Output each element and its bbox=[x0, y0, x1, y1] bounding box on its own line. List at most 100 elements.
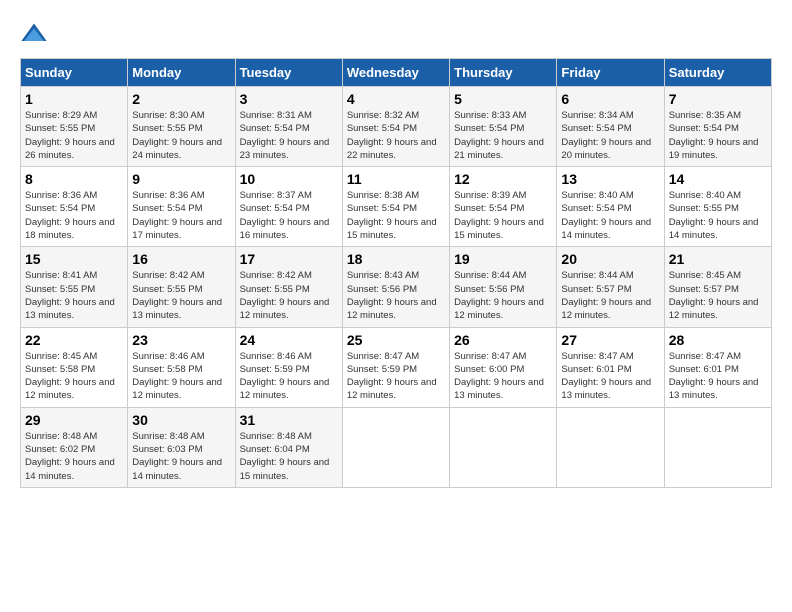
day-number: 6 bbox=[561, 91, 659, 107]
day-number: 1 bbox=[25, 91, 123, 107]
day-header-saturday: Saturday bbox=[664, 59, 771, 87]
day-info: Sunrise: 8:44 AMSunset: 5:56 PMDaylight:… bbox=[454, 270, 544, 321]
day-info: Sunrise: 8:32 AMSunset: 5:54 PMDaylight:… bbox=[347, 110, 437, 161]
logo-icon bbox=[20, 20, 48, 48]
day-number: 12 bbox=[454, 171, 552, 187]
day-header-wednesday: Wednesday bbox=[342, 59, 449, 87]
day-number: 26 bbox=[454, 332, 552, 348]
day-number: 15 bbox=[25, 251, 123, 267]
empty-cell bbox=[342, 407, 449, 487]
day-number: 28 bbox=[669, 332, 767, 348]
day-number: 14 bbox=[669, 171, 767, 187]
day-cell-10: 10 Sunrise: 8:37 AMSunset: 5:54 PMDaylig… bbox=[235, 167, 342, 247]
day-number: 23 bbox=[132, 332, 230, 348]
day-number: 5 bbox=[454, 91, 552, 107]
day-number: 4 bbox=[347, 91, 445, 107]
day-cell-2: 2 Sunrise: 8:30 AMSunset: 5:55 PMDayligh… bbox=[128, 87, 235, 167]
day-info: Sunrise: 8:37 AMSunset: 5:54 PMDaylight:… bbox=[240, 190, 330, 241]
day-info: Sunrise: 8:47 AMSunset: 6:00 PMDaylight:… bbox=[454, 351, 544, 402]
day-cell-16: 16 Sunrise: 8:42 AMSunset: 5:55 PMDaylig… bbox=[128, 247, 235, 327]
day-info: Sunrise: 8:40 AMSunset: 5:55 PMDaylight:… bbox=[669, 190, 759, 241]
day-header-thursday: Thursday bbox=[450, 59, 557, 87]
day-number: 31 bbox=[240, 412, 338, 428]
day-info: Sunrise: 8:46 AMSunset: 5:59 PMDaylight:… bbox=[240, 351, 330, 402]
day-cell-26: 26 Sunrise: 8:47 AMSunset: 6:00 PMDaylig… bbox=[450, 327, 557, 407]
day-cell-7: 7 Sunrise: 8:35 AMSunset: 5:54 PMDayligh… bbox=[664, 87, 771, 167]
day-info: Sunrise: 8:33 AMSunset: 5:54 PMDaylight:… bbox=[454, 110, 544, 161]
day-cell-4: 4 Sunrise: 8:32 AMSunset: 5:54 PMDayligh… bbox=[342, 87, 449, 167]
day-number: 2 bbox=[132, 91, 230, 107]
day-number: 11 bbox=[347, 171, 445, 187]
day-info: Sunrise: 8:45 AMSunset: 5:58 PMDaylight:… bbox=[25, 351, 115, 402]
week-row-1: 1 Sunrise: 8:29 AMSunset: 5:55 PMDayligh… bbox=[21, 87, 772, 167]
day-info: Sunrise: 8:35 AMSunset: 5:54 PMDaylight:… bbox=[669, 110, 759, 161]
week-row-4: 22 Sunrise: 8:45 AMSunset: 5:58 PMDaylig… bbox=[21, 327, 772, 407]
day-number: 21 bbox=[669, 251, 767, 267]
day-info: Sunrise: 8:31 AMSunset: 5:54 PMDaylight:… bbox=[240, 110, 330, 161]
day-number: 22 bbox=[25, 332, 123, 348]
day-number: 16 bbox=[132, 251, 230, 267]
day-cell-28: 28 Sunrise: 8:47 AMSunset: 6:01 PMDaylig… bbox=[664, 327, 771, 407]
day-number: 10 bbox=[240, 171, 338, 187]
day-cell-19: 19 Sunrise: 8:44 AMSunset: 5:56 PMDaylig… bbox=[450, 247, 557, 327]
day-info: Sunrise: 8:47 AMSunset: 6:01 PMDaylight:… bbox=[561, 351, 651, 402]
day-number: 18 bbox=[347, 251, 445, 267]
day-cell-12: 12 Sunrise: 8:39 AMSunset: 5:54 PMDaylig… bbox=[450, 167, 557, 247]
week-row-2: 8 Sunrise: 8:36 AMSunset: 5:54 PMDayligh… bbox=[21, 167, 772, 247]
day-cell-29: 29 Sunrise: 8:48 AMSunset: 6:02 PMDaylig… bbox=[21, 407, 128, 487]
day-info: Sunrise: 8:46 AMSunset: 5:58 PMDaylight:… bbox=[132, 351, 222, 402]
day-info: Sunrise: 8:36 AMSunset: 5:54 PMDaylight:… bbox=[132, 190, 222, 241]
day-info: Sunrise: 8:42 AMSunset: 5:55 PMDaylight:… bbox=[240, 270, 330, 321]
day-info: Sunrise: 8:44 AMSunset: 5:57 PMDaylight:… bbox=[561, 270, 651, 321]
empty-cell bbox=[450, 407, 557, 487]
day-number: 17 bbox=[240, 251, 338, 267]
day-cell-25: 25 Sunrise: 8:47 AMSunset: 5:59 PMDaylig… bbox=[342, 327, 449, 407]
day-number: 30 bbox=[132, 412, 230, 428]
week-row-5: 29 Sunrise: 8:48 AMSunset: 6:02 PMDaylig… bbox=[21, 407, 772, 487]
day-cell-27: 27 Sunrise: 8:47 AMSunset: 6:01 PMDaylig… bbox=[557, 327, 664, 407]
day-cell-15: 15 Sunrise: 8:41 AMSunset: 5:55 PMDaylig… bbox=[21, 247, 128, 327]
day-info: Sunrise: 8:40 AMSunset: 5:54 PMDaylight:… bbox=[561, 190, 651, 241]
day-cell-3: 3 Sunrise: 8:31 AMSunset: 5:54 PMDayligh… bbox=[235, 87, 342, 167]
day-cell-11: 11 Sunrise: 8:38 AMSunset: 5:54 PMDaylig… bbox=[342, 167, 449, 247]
day-info: Sunrise: 8:45 AMSunset: 5:57 PMDaylight:… bbox=[669, 270, 759, 321]
day-cell-20: 20 Sunrise: 8:44 AMSunset: 5:57 PMDaylig… bbox=[557, 247, 664, 327]
day-header-friday: Friday bbox=[557, 59, 664, 87]
day-number: 25 bbox=[347, 332, 445, 348]
day-info: Sunrise: 8:47 AMSunset: 6:01 PMDaylight:… bbox=[669, 351, 759, 402]
calendar-table: SundayMondayTuesdayWednesdayThursdayFrid… bbox=[20, 58, 772, 488]
day-cell-8: 8 Sunrise: 8:36 AMSunset: 5:54 PMDayligh… bbox=[21, 167, 128, 247]
day-cell-14: 14 Sunrise: 8:40 AMSunset: 5:55 PMDaylig… bbox=[664, 167, 771, 247]
day-number: 19 bbox=[454, 251, 552, 267]
day-number: 3 bbox=[240, 91, 338, 107]
day-cell-18: 18 Sunrise: 8:43 AMSunset: 5:56 PMDaylig… bbox=[342, 247, 449, 327]
day-header-sunday: Sunday bbox=[21, 59, 128, 87]
page-header bbox=[20, 20, 772, 48]
day-number: 29 bbox=[25, 412, 123, 428]
day-info: Sunrise: 8:48 AMSunset: 6:03 PMDaylight:… bbox=[132, 431, 222, 482]
empty-cell bbox=[664, 407, 771, 487]
day-number: 24 bbox=[240, 332, 338, 348]
day-info: Sunrise: 8:29 AMSunset: 5:55 PMDaylight:… bbox=[25, 110, 115, 161]
week-row-3: 15 Sunrise: 8:41 AMSunset: 5:55 PMDaylig… bbox=[21, 247, 772, 327]
day-info: Sunrise: 8:42 AMSunset: 5:55 PMDaylight:… bbox=[132, 270, 222, 321]
day-info: Sunrise: 8:36 AMSunset: 5:54 PMDaylight:… bbox=[25, 190, 115, 241]
day-info: Sunrise: 8:47 AMSunset: 5:59 PMDaylight:… bbox=[347, 351, 437, 402]
day-info: Sunrise: 8:38 AMSunset: 5:54 PMDaylight:… bbox=[347, 190, 437, 241]
day-header-tuesday: Tuesday bbox=[235, 59, 342, 87]
day-number: 20 bbox=[561, 251, 659, 267]
day-cell-22: 22 Sunrise: 8:45 AMSunset: 5:58 PMDaylig… bbox=[21, 327, 128, 407]
day-cell-6: 6 Sunrise: 8:34 AMSunset: 5:54 PMDayligh… bbox=[557, 87, 664, 167]
day-cell-1: 1 Sunrise: 8:29 AMSunset: 5:55 PMDayligh… bbox=[21, 87, 128, 167]
day-number: 27 bbox=[561, 332, 659, 348]
day-cell-23: 23 Sunrise: 8:46 AMSunset: 5:58 PMDaylig… bbox=[128, 327, 235, 407]
logo bbox=[20, 20, 52, 48]
empty-cell bbox=[557, 407, 664, 487]
day-cell-17: 17 Sunrise: 8:42 AMSunset: 5:55 PMDaylig… bbox=[235, 247, 342, 327]
day-cell-24: 24 Sunrise: 8:46 AMSunset: 5:59 PMDaylig… bbox=[235, 327, 342, 407]
day-info: Sunrise: 8:39 AMSunset: 5:54 PMDaylight:… bbox=[454, 190, 544, 241]
day-info: Sunrise: 8:48 AMSunset: 6:04 PMDaylight:… bbox=[240, 431, 330, 482]
day-header-monday: Monday bbox=[128, 59, 235, 87]
day-cell-13: 13 Sunrise: 8:40 AMSunset: 5:54 PMDaylig… bbox=[557, 167, 664, 247]
day-number: 9 bbox=[132, 171, 230, 187]
